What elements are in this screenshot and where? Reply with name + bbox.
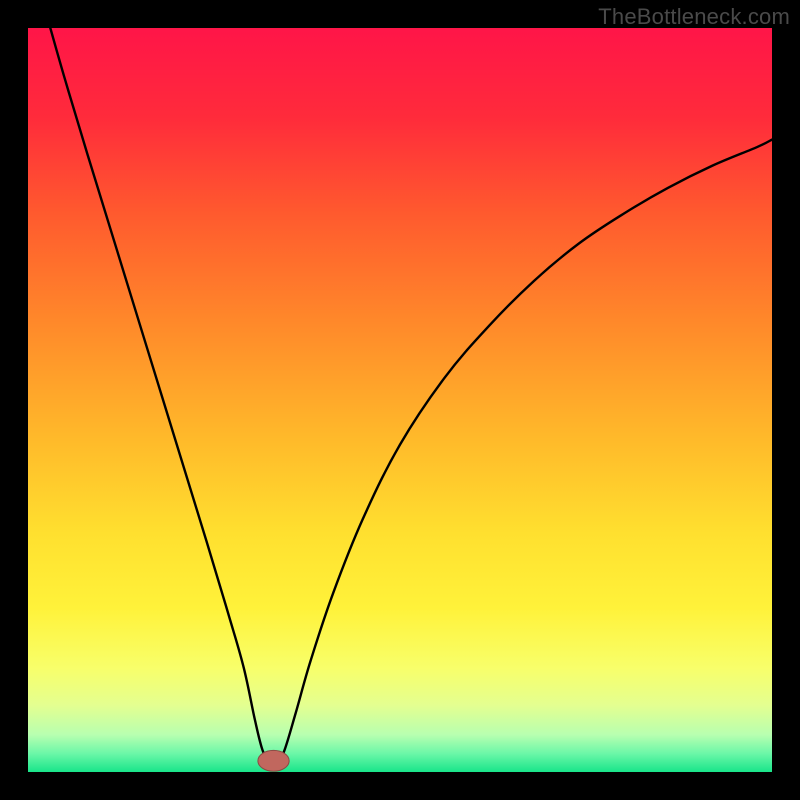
chart-svg (28, 28, 772, 772)
plot-area (28, 28, 772, 772)
optimal-point-marker (258, 750, 289, 771)
watermark-text: TheBottleneck.com (598, 4, 790, 30)
chart-frame: TheBottleneck.com (0, 0, 800, 800)
gradient-background (28, 28, 772, 772)
